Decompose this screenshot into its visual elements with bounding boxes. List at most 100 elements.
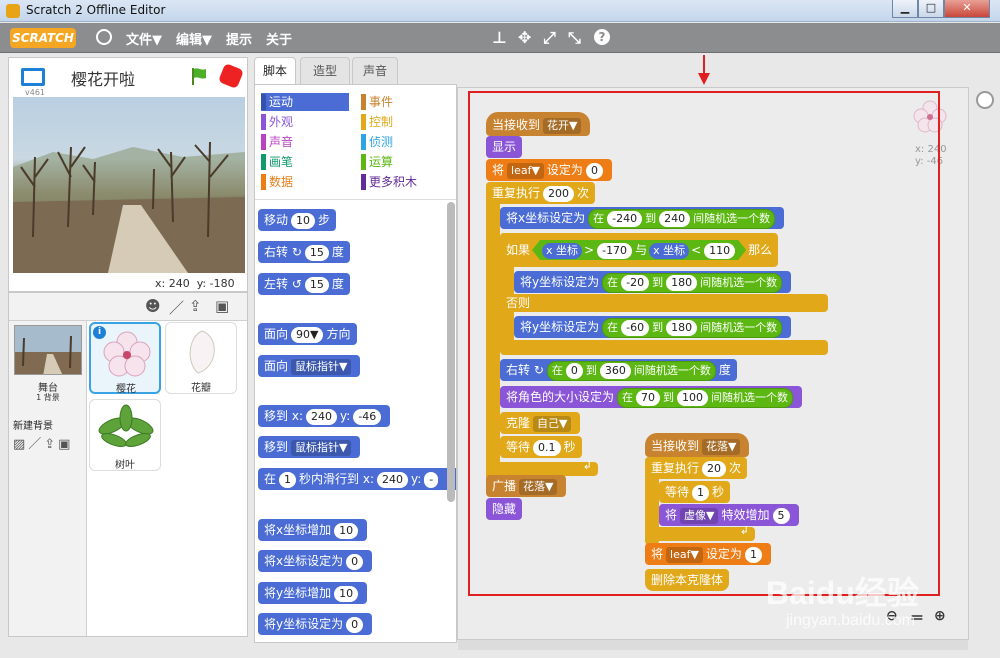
tab-scripts[interactable]: 脚本 xyxy=(254,57,296,85)
category-more-blocks[interactable]: 更多积木 xyxy=(361,173,449,191)
sprite-thumb-sakura[interactable]: i 樱花 xyxy=(89,322,161,395)
block-glide[interactable]: 在 1 秒内滑行到 x: 240 y: - xyxy=(258,468,456,490)
category-events[interactable]: 事件 xyxy=(361,93,449,111)
tab-costumes[interactable]: 造型 xyxy=(300,57,350,84)
menu-tips[interactable]: 提示 xyxy=(226,29,252,48)
block-create-clone[interactable]: 克隆 自己▼ xyxy=(500,412,581,434)
category-color-bar xyxy=(361,94,366,110)
block-move[interactable]: 移动 10 步 xyxy=(258,209,337,231)
block-show[interactable]: 显示 xyxy=(486,136,523,158)
category-operators[interactable]: 运算 xyxy=(361,153,449,171)
upload-icon[interactable]: ⇪ xyxy=(189,297,202,315)
window-title: Scratch 2 Offline Editor xyxy=(26,3,166,17)
delete-tool-icon[interactable]: ✥ xyxy=(518,28,531,47)
paint-brush-icon[interactable]: ／ xyxy=(169,297,184,318)
hat-when-receive-bloom[interactable]: 当接收到 花开▼ xyxy=(486,112,591,136)
block-point-towards[interactable]: 面向 鼠标指针▼ xyxy=(258,355,361,377)
sprite-label-sakura: 樱花 xyxy=(116,384,136,395)
green-flag-icon[interactable] xyxy=(189,66,209,86)
x-label: x: xyxy=(155,277,166,290)
if-else-foot xyxy=(500,340,828,355)
backdrop-tools-icon[interactable]: ▨／⇪▣ xyxy=(13,433,73,452)
camera-icon[interactable]: ▣ xyxy=(215,297,229,315)
block-wait-0.1[interactable]: 等待 0.1 秒 xyxy=(500,436,582,458)
sprite-label-petal: 花瓣 xyxy=(191,383,211,394)
menu-about[interactable]: 关于 xyxy=(266,29,292,48)
block-set-x[interactable]: 将x坐标设定为 0 xyxy=(258,550,373,572)
block-turn-right[interactable]: 右转 ↻ 15 度 xyxy=(258,241,350,263)
block-change-effect[interactable]: 将虚像▼ 特效增加 5 xyxy=(659,504,799,526)
scripts-hscrollbar[interactable] xyxy=(458,640,968,650)
block-repeat-200[interactable]: 重复执行 200 次 xyxy=(486,182,596,204)
sprite-thumb-petal[interactable]: 花瓣 xyxy=(165,322,237,394)
repeat-200-arm xyxy=(486,182,500,480)
watermark-sub: jingyan.baidu.com xyxy=(786,612,915,629)
minimize-button[interactable]: ▁ xyxy=(892,0,918,18)
stamp-tool-icon[interactable]: ⊥ xyxy=(492,28,507,47)
y-value: -180 xyxy=(209,277,235,290)
block-goto-xy[interactable]: 移到 x: 240 y: -46 xyxy=(258,405,391,427)
right-strip xyxy=(970,87,998,640)
block-set-leaf-0[interactable]: 将 leaf▼ 设定为 0 xyxy=(486,159,612,181)
block-set-y-random-2[interactable]: 将y坐标设定为在 -60 到 180 间随机选一个数 xyxy=(514,316,792,338)
menu-file[interactable]: 文件▼ xyxy=(126,29,162,48)
sprite-panel: ☻ ／ ⇪ ▣ 舞台 1 背景 新建背景 ▨／⇪▣ i 樱花 花瓣 树叶 xyxy=(8,292,248,637)
stop-icon[interactable] xyxy=(217,62,245,90)
block-broadcast-fall[interactable]: 广播 花落▼ xyxy=(486,475,567,497)
backdrop-count: 1 背景 xyxy=(36,393,60,402)
block-change-y[interactable]: 将y坐标增加 10 xyxy=(258,582,368,604)
menu-bar: SCRATCH 文件▼ 编辑▼ 提示 关于 ⊥ ✥ ⤢ ⤡ ? xyxy=(0,23,1000,53)
menu-edit[interactable]: 编辑▼ xyxy=(176,29,212,48)
block-wait-1[interactable]: 等待 1 秒 xyxy=(659,481,731,503)
sprite-toolbar: ☻ ／ ⇪ ▣ xyxy=(9,293,247,321)
block-if[interactable]: 如果 x 坐标 > -170 与 x 坐标 <110 那么 xyxy=(500,233,779,267)
fullscreen-icon[interactable] xyxy=(21,68,45,86)
hat-when-receive-fall[interactable]: 当接收到 花落▼ xyxy=(645,433,750,457)
block-change-x[interactable]: 将x坐标增加 10 xyxy=(258,519,368,541)
stage-canvas[interactable] xyxy=(13,97,245,273)
sprite-label-leaf: 树叶 xyxy=(115,460,135,471)
x-value: 240 xyxy=(168,277,190,290)
category-pen[interactable]: 画笔 xyxy=(261,153,349,171)
maximize-button[interactable]: □ xyxy=(918,0,944,18)
block-goto[interactable]: 移到 鼠标指针▼ xyxy=(258,436,361,458)
refresh-icon[interactable] xyxy=(976,91,994,109)
category-color-bar xyxy=(261,114,266,130)
block-delete-clone[interactable]: 删除本克隆体 xyxy=(645,569,730,591)
close-button[interactable]: ✕ xyxy=(944,0,990,18)
block-hide[interactable]: 隐藏 xyxy=(486,498,523,520)
category-color-bar xyxy=(261,174,266,190)
grow-tool-icon[interactable]: ⤢ xyxy=(543,28,556,48)
project-title[interactable]: 樱花开啦 xyxy=(71,66,135,90)
block-turn-left[interactable]: 左转 ↺ 15 度 xyxy=(258,273,350,295)
block-point-direction[interactable]: 面向 90▼ 方向 xyxy=(258,323,357,345)
zoom-in-icon[interactable]: ⊕ xyxy=(934,608,946,624)
sprite-library-icon[interactable]: ☻ xyxy=(145,297,161,315)
language-globe-icon[interactable] xyxy=(96,29,112,45)
scratch-logo[interactable]: SCRATCH xyxy=(10,28,76,48)
category-color-bar xyxy=(361,134,366,150)
category-looks[interactable]: 外观 xyxy=(261,113,349,131)
block-set-y[interactable]: 将y坐标设定为 0 xyxy=(258,613,373,635)
block-repeat-20[interactable]: 重复执行 20 次 xyxy=(645,457,748,479)
help-icon[interactable]: ? xyxy=(594,29,610,45)
y-label: y: xyxy=(196,277,207,290)
block-set-size-random[interactable]: 将角色的大小设定为在 70 到 100 间随机选一个数 xyxy=(500,386,803,408)
block-turn-random[interactable]: 右转 ↻ 在 0 到 360 间随机选一个数度 xyxy=(500,359,737,381)
category-sensing[interactable]: 侦测 xyxy=(361,133,449,151)
block-set-x-random[interactable]: 将x坐标设定为在 -240 到 240 间随机选一个数 xyxy=(500,207,785,229)
tab-sounds[interactable]: 声音 xyxy=(352,57,398,84)
sprite-thumb-leaf[interactable]: 树叶 xyxy=(89,399,161,471)
category-control[interactable]: 控制 xyxy=(361,113,449,131)
shrink-tool-icon[interactable]: ⤡ xyxy=(568,28,581,48)
category-data[interactable]: 数据 xyxy=(261,173,349,191)
rotate-cw-icon: ↻ xyxy=(533,363,544,377)
category-motion[interactable]: 运动 xyxy=(261,93,349,111)
stage-thumbnail[interactable] xyxy=(14,325,82,375)
block-set-leaf-1[interactable]: 将 leaf▼ 设定为 1 xyxy=(645,543,771,565)
new-backdrop-label: 新建背景 xyxy=(13,421,53,432)
category-sound[interactable]: 声音 xyxy=(261,133,349,151)
red-arrow-icon xyxy=(698,55,710,85)
block-set-y-random-1[interactable]: 将y坐标设定为在 -20 到 180 间随机选一个数 xyxy=(514,271,792,293)
palette-scrollbar[interactable] xyxy=(447,202,455,502)
